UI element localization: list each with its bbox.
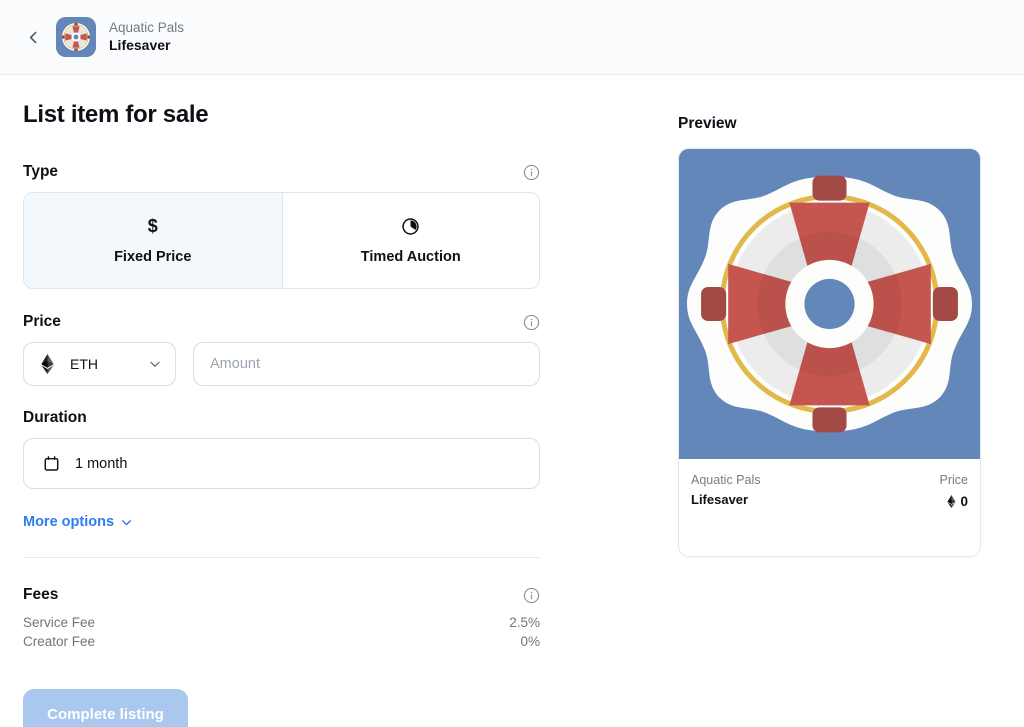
info-icon[interactable] (523, 164, 540, 181)
duration-label: Duration (23, 409, 87, 426)
preview-card[interactable]: Aquatic Pals Lifesaver Price 0 (678, 148, 981, 557)
type-section-header: Type (23, 163, 540, 181)
more-options-label: More options (23, 514, 115, 530)
fee-row-creator: Creator Fee 0% (23, 632, 540, 651)
currency-select[interactable]: ETH (23, 342, 176, 386)
type-option-timed-auction-label: Timed Auction (360, 249, 461, 265)
more-options-toggle[interactable]: More options (23, 514, 133, 530)
preview-price-value: 0 (960, 493, 968, 509)
top-bar: Aquatic Pals Lifesaver (0, 0, 1024, 75)
chevron-down-icon (150, 361, 160, 367)
section-divider (23, 557, 540, 558)
back-button[interactable] (20, 24, 46, 50)
header-text-block: Aquatic Pals Lifesaver (109, 19, 184, 55)
listing-form: List item for sale Type $ Fixed Price Ti… (0, 75, 640, 727)
ethereum-icon (947, 494, 956, 508)
fees-label: Fees (23, 586, 59, 603)
dollar-icon: $ (147, 215, 158, 236)
preview-label: Preview (678, 115, 737, 132)
header-collection-name: Aquatic Pals (109, 19, 185, 35)
fee-value: 0% (520, 634, 540, 649)
fee-name: Service Fee (23, 615, 96, 630)
lifesaver-artwork-icon (679, 149, 980, 459)
preview-price: 0 (940, 492, 968, 511)
timer-icon (401, 216, 420, 236)
chevron-down-icon (122, 519, 132, 525)
fee-row-service: Service Fee 2.5% (23, 613, 540, 632)
collection-avatar-icon[interactable] (56, 17, 96, 57)
preview-panel: Preview Aquatic Pals Lifesaver Price 0 (640, 75, 1024, 727)
type-option-fixed-price[interactable]: $ Fixed Price (24, 193, 282, 288)
currency-select-value: ETH (70, 356, 98, 372)
price-section-header: Price (23, 313, 540, 331)
timer-icon-svg (402, 217, 419, 235)
type-toggle-group: $ Fixed Price Timed Auction (23, 192, 540, 289)
amount-input[interactable] (193, 342, 540, 386)
fee-value: 2.5% (509, 615, 540, 630)
preview-card-body: Aquatic Pals Lifesaver Price 0 (679, 459, 980, 556)
page-body: List item for sale Type $ Fixed Price Ti… (0, 75, 1024, 727)
duration-select[interactable]: 1 month (23, 438, 540, 489)
preview-card-right: Price 0 (940, 472, 968, 511)
fees-section-header: Fees (23, 586, 540, 604)
preview-price-label: Price (939, 473, 968, 487)
duration-value: 1 month (75, 455, 128, 472)
chevron-left-icon (29, 31, 36, 43)
price-label: Price (23, 313, 61, 330)
ethereum-icon (41, 354, 54, 374)
calendar-icon (44, 456, 59, 471)
preview-item-name: Lifesaver (691, 491, 749, 507)
fee-name: Creator Fee (23, 634, 96, 649)
type-option-fixed-price-label: Fixed Price (114, 249, 192, 265)
preview-card-left: Aquatic Pals Lifesaver (691, 472, 760, 509)
price-row: ETH (23, 342, 540, 386)
info-icon[interactable] (523, 314, 540, 331)
preview-collection-name: Aquatic Pals (691, 473, 761, 487)
info-icon[interactable] (523, 587, 540, 604)
type-option-timed-auction[interactable]: Timed Auction (281, 193, 539, 288)
type-label: Type (23, 163, 59, 180)
header-item-name: Lifesaver (109, 37, 171, 54)
complete-listing-button[interactable]: Complete listing (23, 689, 188, 727)
page-title: List item for sale (23, 101, 209, 128)
